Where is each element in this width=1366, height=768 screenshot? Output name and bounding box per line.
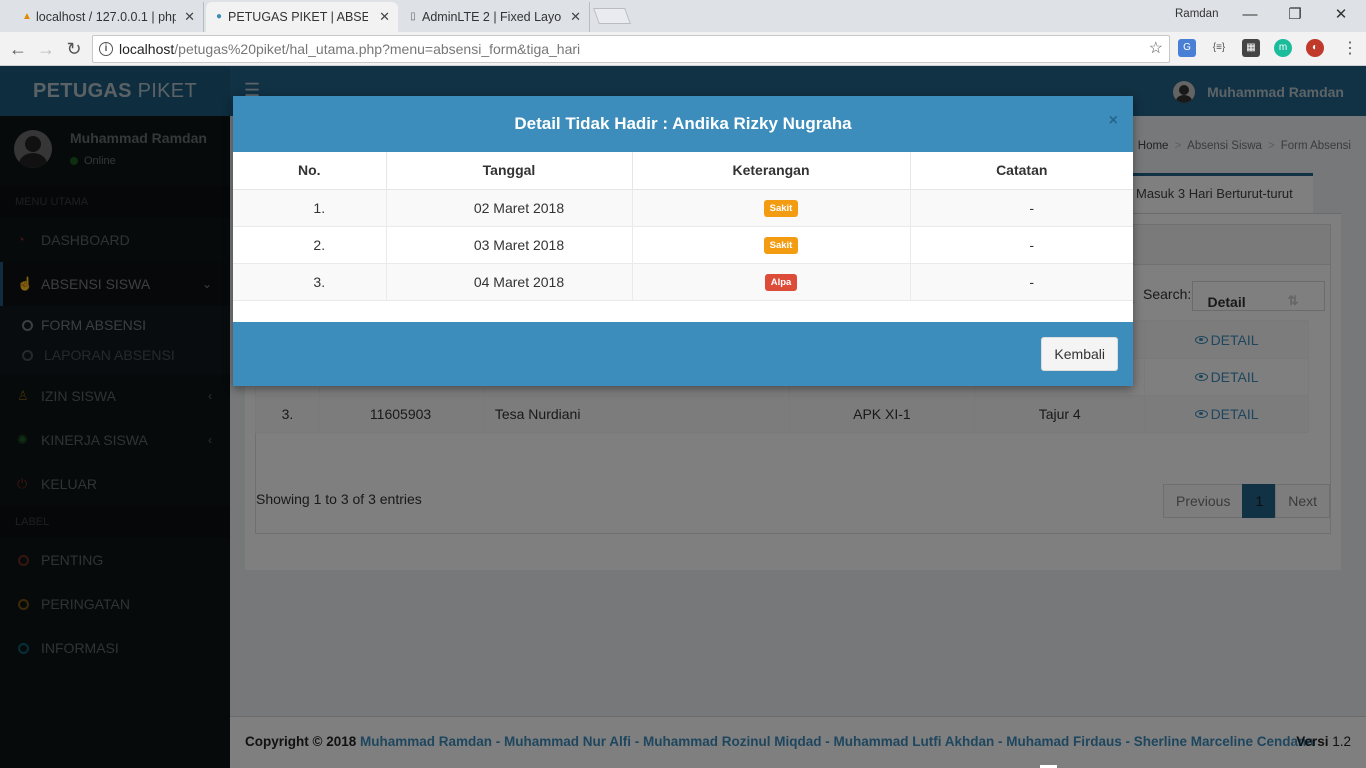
browser-tab-phpmyadmin[interactable]: ▲ localhost / 127.0.0.1 | php ✕ bbox=[14, 2, 204, 32]
reload-icon[interactable]: ↻ bbox=[62, 37, 86, 61]
modal-footer: Kembali bbox=[233, 322, 1133, 386]
json-viewer-icon[interactable]: {≡} bbox=[1210, 39, 1228, 57]
cell-no: 1. bbox=[233, 189, 387, 227]
close-icon[interactable]: × bbox=[1109, 112, 1118, 130]
kembali-button[interactable]: Kembali bbox=[1041, 337, 1118, 371]
table-header-row: No. Tanggal Keterangan Catatan bbox=[233, 152, 1133, 190]
url-host: localhost bbox=[119, 41, 175, 57]
table-row: 3. 04 Maret 2018 Alpa - bbox=[233, 263, 1133, 301]
back-icon[interactable]: ← bbox=[6, 37, 30, 61]
cell-keterangan: Sakit bbox=[632, 226, 911, 264]
browser-toolbar: ← → ↻ i localhost/petugas%20piket/hal_ut… bbox=[0, 32, 1366, 66]
browser-tab-petugas-piket[interactable]: ● PETUGAS PIKET | ABSENSI ✕ bbox=[206, 2, 398, 32]
bookmark-star-icon[interactable]: ☆ bbox=[1149, 36, 1163, 62]
status-badge: Alpa bbox=[764, 274, 798, 291]
cell-no: 2. bbox=[233, 226, 387, 264]
page-icon: ▯ bbox=[410, 11, 416, 22]
url-path: /petugas%20piket/hal_utama.php?menu=abse… bbox=[174, 41, 581, 57]
cell-catatan: - bbox=[910, 263, 1133, 301]
cell-tanggal: 02 Maret 2018 bbox=[386, 189, 633, 227]
detail-modal: Detail Tidak Hadir : Andika Rizky Nugrah… bbox=[233, 96, 1133, 386]
qr-code-icon[interactable]: ▦ bbox=[1242, 39, 1260, 57]
tab-title: PETUGAS PIKET | ABSENSI bbox=[228, 10, 368, 24]
browser-tab-adminlte[interactable]: ▯ AdminLTE 2 | Fixed Layout ✕ bbox=[400, 2, 590, 32]
modal-body: No. Tanggal Keterangan Catatan 1. 02 Mar… bbox=[233, 152, 1133, 322]
pma-icon: ▲ bbox=[22, 11, 32, 22]
cell-catatan: - bbox=[910, 226, 1133, 264]
cell-tanggal: 03 Maret 2018 bbox=[386, 226, 633, 264]
column-header-catatan: Catatan bbox=[910, 152, 1133, 190]
cell-no: 3. bbox=[233, 263, 387, 301]
column-header-tanggal: Tanggal bbox=[386, 152, 633, 190]
close-icon[interactable]: ✕ bbox=[184, 9, 195, 25]
address-bar[interactable]: i localhost/petugas%20piket/hal_utama.ph… bbox=[92, 35, 1170, 63]
forward-icon[interactable]: → bbox=[34, 37, 58, 61]
modal-header: Detail Tidak Hadir : Andika Rizky Nugrah… bbox=[233, 96, 1133, 152]
close-icon[interactable]: ✕ bbox=[379, 9, 390, 25]
table-row: 1. 02 Maret 2018 Sakit - bbox=[233, 189, 1133, 227]
menu-kebab-icon[interactable]: ⋮ bbox=[1338, 37, 1362, 61]
status-badge: Sakit bbox=[763, 237, 799, 254]
window-user-label: Ramdan bbox=[1175, 8, 1219, 20]
column-header-keterangan: Keterangan bbox=[632, 152, 911, 190]
translate-icon[interactable]: G bbox=[1178, 39, 1196, 57]
modal-title: Detail Tidak Hadir : Andika Rizky Nugrah… bbox=[514, 114, 852, 133]
cell-tanggal: 04 Maret 2018 bbox=[386, 263, 633, 301]
status-badge: Sakit bbox=[763, 200, 799, 217]
table-row: 2. 03 Maret 2018 Sakit - bbox=[233, 226, 1133, 264]
minimize-icon[interactable]: — bbox=[1235, 4, 1265, 26]
info-icon[interactable]: i bbox=[99, 42, 113, 56]
extension-m-icon[interactable]: m bbox=[1274, 39, 1292, 57]
new-tab-button[interactable] bbox=[593, 8, 631, 24]
browser-tab-bar: ▲ localhost / 127.0.0.1 | php ✕ ● PETUGA… bbox=[0, 0, 1366, 32]
cell-keterangan: Sakit bbox=[632, 189, 911, 227]
close-icon[interactable]: ✕ bbox=[570, 9, 581, 25]
absence-table: No. Tanggal Keterangan Catatan 1. 02 Mar… bbox=[233, 152, 1133, 301]
cell-catatan: - bbox=[910, 189, 1133, 227]
color-picker-icon[interactable]: ◐ bbox=[1306, 39, 1324, 57]
tab-title: localhost / 127.0.0.1 | php bbox=[36, 10, 176, 24]
cell-keterangan: Alpa bbox=[632, 263, 911, 301]
column-header-no: No. bbox=[233, 152, 387, 190]
user-icon: ● bbox=[215, 11, 223, 22]
tab-title: AdminLTE 2 | Fixed Layout bbox=[422, 10, 562, 24]
restore-icon[interactable]: ❐ bbox=[1280, 4, 1310, 26]
window-close-icon[interactable]: ✕ bbox=[1326, 4, 1356, 26]
